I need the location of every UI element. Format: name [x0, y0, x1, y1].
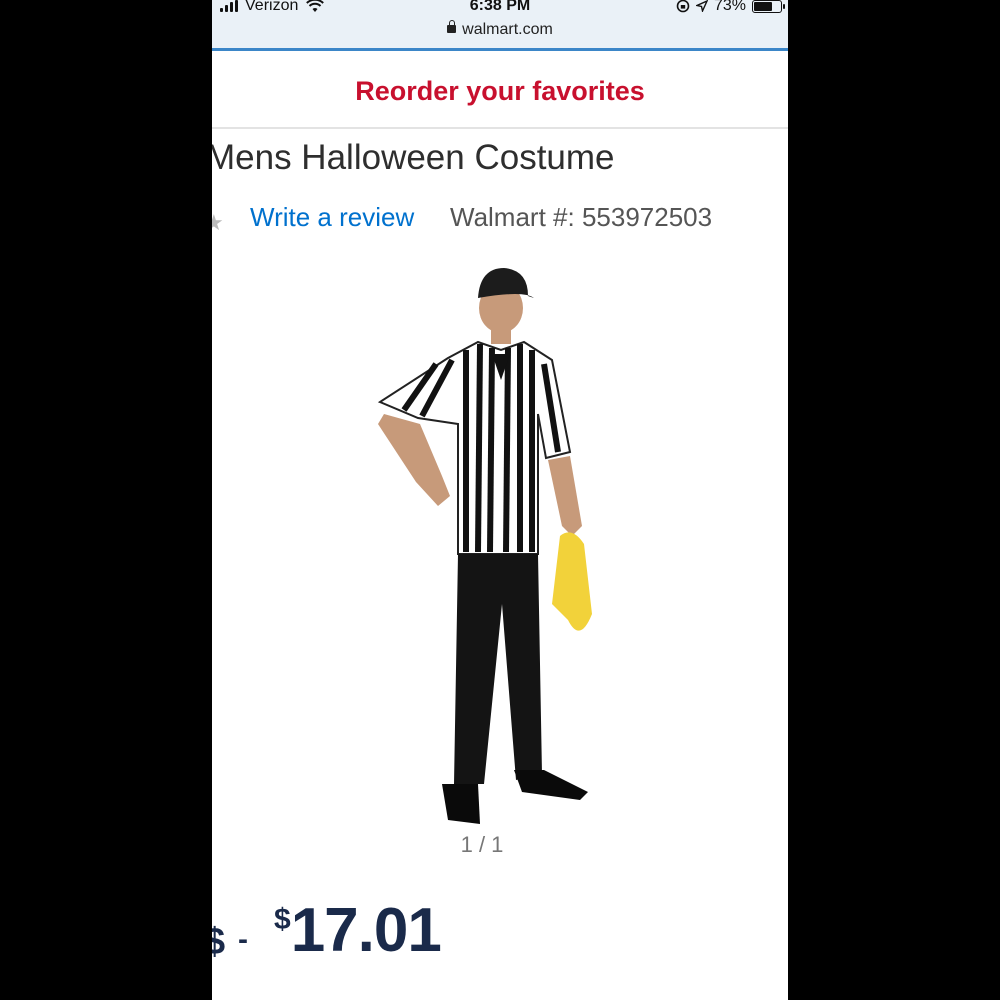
write-review-link[interactable]: Write a review	[250, 202, 414, 233]
review-row: ★ Write a review Walmart #: 553972503	[212, 200, 788, 240]
url-text: walmart.com	[462, 21, 553, 38]
price-currency: $	[274, 903, 291, 936]
price-dash: -	[238, 923, 248, 956]
lock-icon	[447, 20, 457, 33]
product-title: Mens Halloween Costume	[212, 138, 615, 177]
battery-fill	[754, 1, 772, 11]
url-bar[interactable]: walmart.com	[212, 20, 788, 39]
image-pager: 1 / 1	[460, 832, 504, 857]
location-arrow-icon	[695, 0, 708, 12]
reorder-banner[interactable]: Reorder your favorites	[212, 51, 788, 129]
battery-icon	[752, 0, 785, 13]
price-fragment: $	[212, 921, 226, 963]
browser-chrome: Verizon 6:38 PM 73% walmart.com	[212, 0, 788, 51]
price-amount: 17.01	[290, 896, 442, 965]
product-image[interactable]	[374, 264, 592, 826]
phone-screen: Verizon 6:38 PM 73% walmart.com Reorder …	[212, 0, 788, 1000]
star-icon: ★	[212, 210, 224, 235]
price-row: $ - $17.01	[212, 895, 788, 975]
price: $17.01	[274, 895, 442, 966]
status-right: 73%	[676, 0, 785, 15]
battery-percent: 73%	[713, 0, 746, 14]
walmart-number: Walmart #: 553972503	[450, 202, 713, 232]
rotation-lock-icon	[676, 0, 690, 13]
